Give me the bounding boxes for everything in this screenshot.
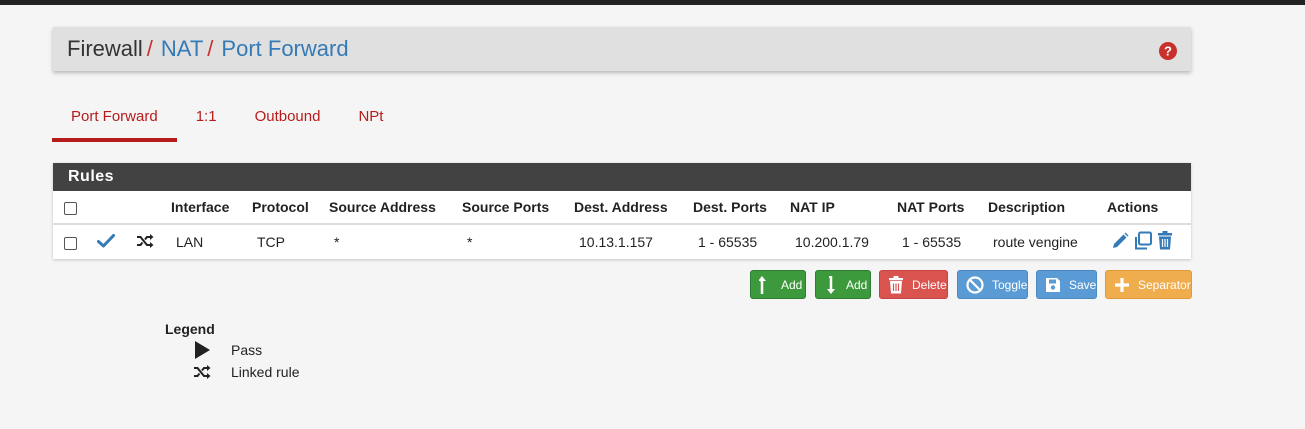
legend-label-linked-rule: Linked rule <box>231 364 300 380</box>
check-icon[interactable] <box>97 233 115 251</box>
save-icon <box>1045 277 1061 293</box>
rules-panel: Rules Interface Protocol Source Address … <box>53 163 1191 259</box>
edit-icon[interactable] <box>1111 232 1129 253</box>
legend-label-pass: Pass <box>231 342 263 358</box>
cell-nat-ip: 10.200.1.79 <box>795 234 869 250</box>
breadcrumb-nat[interactable]: NAT <box>161 36 203 62</box>
toggle-label: Toggle <box>992 277 1028 292</box>
column-dest-ports: Dest. Ports <box>693 191 790 225</box>
column-actions: Actions <box>1107 191 1191 225</box>
column-source-ports: Source Ports <box>462 191 574 225</box>
help-icon[interactable]: ? <box>1159 40 1177 60</box>
arrow-up-icon <box>759 275 773 294</box>
linked-rule-icon <box>136 233 154 251</box>
cell-dest-address: 10.13.1.157 <box>579 234 653 250</box>
table-header-row: Interface Protocol Source Address Source… <box>53 191 1191 225</box>
legend: Legend Pass Linked rule <box>165 321 300 383</box>
arrow-down-icon <box>824 275 838 294</box>
save-button[interactable]: Save <box>1036 270 1097 299</box>
breadcrumb-firewall[interactable]: Firewall <box>67 36 143 62</box>
breadcrumb-separator: / <box>207 36 214 61</box>
cell-description: route vengine <box>993 234 1078 250</box>
column-dest-address: Dest. Address <box>574 191 693 225</box>
cell-dest-ports: 1 - 65535 <box>698 234 758 250</box>
cell-protocol: TCP <box>257 234 285 250</box>
legend-title: Legend <box>165 321 215 337</box>
tab-1-1[interactable]: 1:1 <box>177 100 236 142</box>
cell-source-address: * <box>334 234 340 250</box>
tab-npt[interactable]: NPt <box>339 100 402 142</box>
cell-interface: LAN <box>176 234 204 250</box>
row-checkbox[interactable] <box>64 236 77 250</box>
top-bar <box>0 0 1305 5</box>
ban-icon <box>966 275 984 294</box>
trash-icon <box>888 275 904 294</box>
tab-port-forward[interactable]: Port Forward <box>52 100 177 142</box>
column-nat-ip: NAT IP <box>790 191 897 225</box>
add-bottom-label: Add <box>846 277 868 292</box>
tab-outbound[interactable]: Outbound <box>236 100 340 142</box>
column-interface: Interface <box>171 191 252 225</box>
play-icon <box>193 341 223 359</box>
delete-label: Delete <box>912 277 947 292</box>
cell-source-ports: * <box>467 234 473 250</box>
rules-heading: Rules <box>53 163 1191 191</box>
column-source-address: Source Address <box>329 191 462 225</box>
separator-label: Separator <box>1138 277 1191 292</box>
random-icon <box>193 365 223 379</box>
nat-tabs: Port Forward 1:1 Outbound NPt <box>52 100 402 142</box>
legend-item-pass: Pass <box>165 339 300 361</box>
column-protocol: Protocol <box>252 191 329 225</box>
table-row[interactable]: LAN TCP * * 10.13.1.157 1 - 65535 10.200… <box>53 224 1191 259</box>
legend-item-linked-rule: Linked rule <box>165 361 300 383</box>
copy-icon[interactable] <box>1133 231 1153 254</box>
breadcrumb-separator: / <box>146 36 153 61</box>
breadcrumb-port-forward[interactable]: Port Forward <box>221 36 348 62</box>
select-all-checkbox[interactable] <box>64 201 77 215</box>
column-description: Description <box>988 191 1107 225</box>
column-nat-ports: NAT Ports <box>897 191 988 225</box>
breadcrumb: Firewall / NAT / Port Forward ? <box>53 27 1191 71</box>
add-top-label: Add <box>781 277 803 292</box>
rules-table: Interface Protocol Source Address Source… <box>53 191 1191 259</box>
cell-nat-ports: 1 - 65535 <box>902 234 962 250</box>
plus-icon <box>1114 277 1130 293</box>
trash-icon[interactable] <box>1157 231 1173 253</box>
add-bottom-button[interactable]: Add <box>815 270 871 299</box>
svg-text:?: ? <box>1164 44 1172 59</box>
save-label: Save <box>1069 277 1097 292</box>
add-top-button[interactable]: Add <box>750 270 806 299</box>
separator-button[interactable]: Separator <box>1105 270 1192 299</box>
toggle-button[interactable]: Toggle <box>957 270 1028 299</box>
delete-button[interactable]: Delete <box>879 270 948 299</box>
